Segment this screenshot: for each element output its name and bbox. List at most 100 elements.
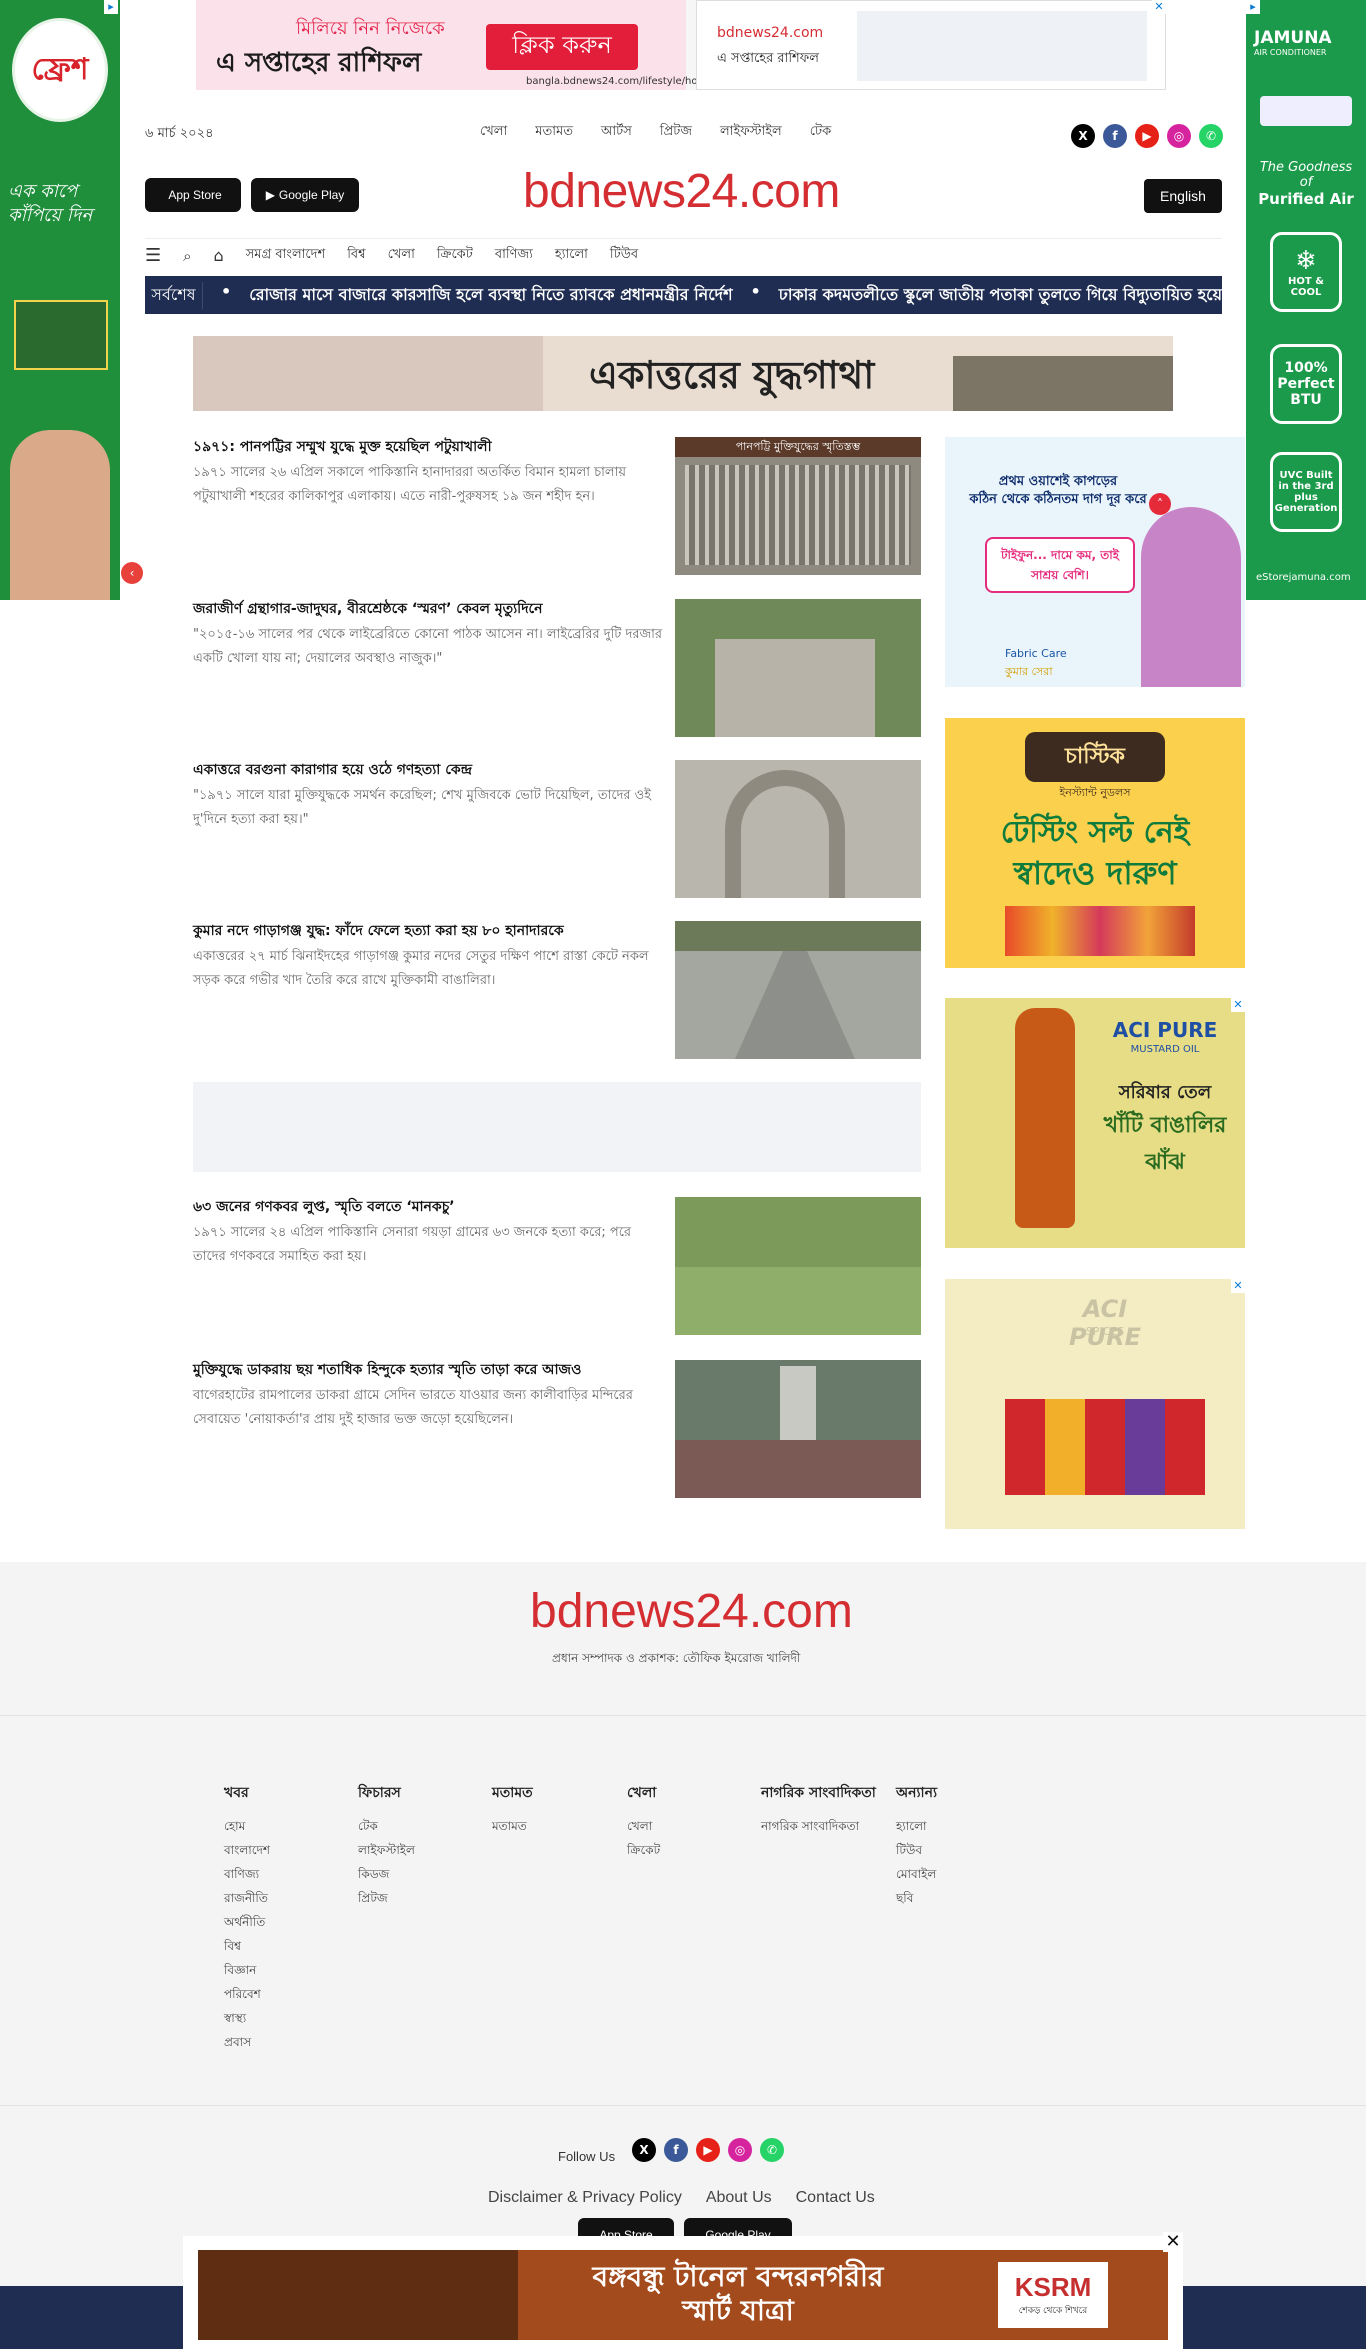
app-store-button[interactable]: App Store (145, 178, 241, 212)
footer-link[interactable]: বিশ্ব (224, 1934, 270, 1958)
footer-link[interactable]: টেক (358, 1814, 415, 1838)
x-twitter-icon[interactable]: X (632, 2138, 656, 2162)
list-item[interactable]: কুমার নদে গাড়াগঞ্জ যুদ্ধ: ফাঁদে ফেলে হত… (193, 921, 921, 1059)
chevron-up-icon[interactable]: ˄ (1149, 493, 1171, 515)
close-icon[interactable]: ✕ (1231, 998, 1245, 1012)
top-nav-item[interactable]: প্রিটজ (660, 122, 692, 143)
top-nav-item[interactable]: খেলা (480, 122, 507, 143)
article-image[interactable] (675, 921, 921, 1059)
facebook-icon[interactable]: f (664, 2138, 688, 2162)
footer-col-heading: খেলা (627, 1785, 657, 1801)
top-nav-item[interactable]: মতামত (535, 122, 573, 143)
article-title[interactable]: ১৯৭১: পানপট্টির সম্মুখ যুদ্ধে মুক্ত হয়ে… (193, 437, 663, 457)
horoscope-cta-button[interactable]: ক্লিক করুন (486, 24, 638, 70)
article-image[interactable] (675, 1197, 921, 1335)
sidebar-ad-typhoon[interactable]: প্রথম ওয়াশেই কাপড়ের কঠিন থেকে কঠিনতম দ… (945, 437, 1245, 687)
article-title[interactable]: জরাজীর্ণ গ্রন্থাগার-জাদুঘর, বীরশ্রেষ্ঠকে… (193, 599, 663, 619)
skin-prev-arrow-icon[interactable]: ‹ (121, 562, 143, 584)
x-twitter-icon[interactable]: X (1071, 124, 1095, 148)
footer-link[interactable]: হ্যালো (896, 1814, 937, 1838)
instagram-icon[interactable]: ◎ (728, 2138, 752, 2162)
jamuna-sub: AIR CONDITIONER (1254, 48, 1327, 57)
sidebar-ad-chastick[interactable]: চাস্টিক ইনস্ট্যান্ট নুডলস টেস্টিং সল্ট ন… (945, 718, 1245, 968)
whatsapp-icon[interactable]: ✆ (760, 2138, 784, 2162)
footer-link[interactable]: বাংলাদেশ (224, 1838, 270, 1862)
top-nav-item[interactable]: টেক (810, 122, 831, 143)
home-icon[interactable]: ⌂ (214, 246, 224, 265)
footer-link[interactable]: টিউব (896, 1838, 937, 1862)
article-image[interactable] (675, 760, 921, 898)
section-nav-item[interactable]: হ্যালো (555, 245, 588, 266)
article-image[interactable]: পানপট্টি মুক্তিযুদ্ধের স্মৃতিস্তম্ভ (675, 437, 921, 575)
section-nav-item[interactable]: সমগ্র বাংলাদেশ (246, 245, 325, 266)
left-skin-ad[interactable]: ফ্রেশ এক কাপে কাঁপিয়ে দিন ▸ (0, 0, 120, 600)
article-title[interactable]: কুমার নদে গাড়াগঞ্জ যুদ্ধ: ফাঁদে ফেলে হত… (193, 921, 663, 941)
site-logo[interactable]: bdnews24.com (523, 164, 840, 219)
list-item[interactable]: ১৯৭১: পানপট্টির সম্মুখ যুদ্ধে মুক্ত হয়ে… (193, 437, 921, 575)
section-nav-item[interactable]: খেলা (388, 245, 415, 266)
whatsapp-icon[interactable]: ✆ (1199, 124, 1223, 148)
footer-link[interactable]: বিজ্ঞান (224, 1958, 270, 1982)
typhoon-line-1: প্রথম ওয়াশেই কাপড়ের (998, 474, 1118, 489)
close-icon[interactable]: ✕ (1231, 1279, 1245, 1293)
youtube-icon[interactable]: ▶ (1135, 124, 1159, 148)
google-play-button[interactable]: ▶ Google Play (251, 178, 359, 212)
footer-link[interactable]: ছবি (896, 1886, 937, 1910)
list-item[interactable]: একাত্তরে বরগুনা কারাগার হয়ে ওঠে গণহত্যা… (193, 760, 921, 898)
footer-link-about[interactable]: About Us (706, 2189, 772, 2207)
right-skin-ad[interactable]: JAMUNA AIR CONDITIONER The Goodness of P… (1246, 0, 1366, 600)
footer-link[interactable]: কিডজ (358, 1862, 415, 1886)
menu-icon[interactable]: ☰ (145, 245, 161, 266)
footer-link[interactable]: অর্থনীতি (224, 1910, 270, 1934)
estore-link[interactable]: eStorejamuna.com (1256, 572, 1351, 583)
footer-link[interactable]: স্বাস্থ্য (224, 2006, 270, 2030)
article-title[interactable]: ৬৩ জনের গণকবর লুপ্ত, স্মৃতি বলতে ‘মানকচু… (193, 1197, 663, 1217)
list-item[interactable]: জরাজীর্ণ গ্রন্থাগার-জাদুঘর, বীরশ্রেষ্ঠকে… (193, 599, 921, 737)
article-image[interactable] (675, 1360, 921, 1498)
section-nav-item[interactable]: বাণিজ্য (495, 245, 533, 266)
article-image[interactable] (675, 599, 921, 737)
section-nav-item[interactable]: বিশ্ব (347, 245, 365, 266)
ticker-item[interactable]: ঢাকার কদমতলীতে স্কুলে জাতীয় পতাকা তুলতে… (779, 282, 1222, 309)
header-social-links: X f ▶ ◎ ✆ (1071, 124, 1223, 148)
footer-link[interactable]: মতামত (492, 1814, 533, 1838)
close-icon[interactable]: ✕ (1163, 2232, 1183, 2252)
top-horoscope-ad[interactable]: মিলিয়ে নিন নিজেকে এ সপ্তাহের রাশিফল ক্ল… (196, 0, 1166, 90)
instagram-icon[interactable]: ◎ (1167, 124, 1191, 148)
footer-link[interactable]: প্রিটজ (358, 1886, 415, 1910)
chastick-line-2: স্বাদেও দারুণ (1013, 854, 1177, 892)
footer-link[interactable]: রাজনীতি (224, 1886, 270, 1910)
footer-link-disclaimer[interactable]: Disclaimer & Privacy Policy (488, 2189, 682, 2207)
footer-link[interactable]: পরিবেশ (224, 1982, 270, 2006)
ticker-item[interactable]: রোজার মাসে বাজারে কারসাজি হলে ব্যবস্থা ন… (249, 282, 732, 309)
adchoices-icon[interactable]: ▸ (104, 0, 118, 14)
footer-link[interactable]: ক্রিকেট (627, 1838, 660, 1862)
footer-link[interactable]: মোবাইল (896, 1862, 937, 1886)
section-nav-item[interactable]: টিউব (610, 245, 638, 266)
footer-link[interactable]: খেলা (627, 1814, 660, 1838)
footer-link[interactable]: হোম (224, 1814, 270, 1838)
top-nav-item[interactable]: লাইফস্টাইল (720, 122, 782, 143)
adchoices-icon[interactable]: ▸ (1246, 0, 1260, 14)
footer-link[interactable]: লাইফস্টাইল (358, 1838, 415, 1862)
footer-logo[interactable]: bdnews24.com (530, 1584, 853, 1639)
sidebar-ad-aci-mustard[interactable]: ACI PURE MUSTARD OIL সরিষার তেল খাঁটি বা… (945, 998, 1245, 1248)
facebook-icon[interactable]: f (1103, 124, 1127, 148)
footer-link[interactable]: বাণিজ্য (224, 1862, 270, 1886)
youtube-icon[interactable]: ▶ (696, 2138, 720, 2162)
bottom-sticky-ad[interactable]: বঙ্গবন্ধু টানেল বন্দরনগরীর স্মার্ট যাত্র… (183, 2232, 1183, 2349)
article-title[interactable]: একাত্তরে বরগুনা কারাগার হয়ে ওঠে গণহত্যা… (193, 760, 663, 780)
close-icon[interactable]: ✕ (1152, 0, 1166, 14)
ksrm-ad[interactable]: বঙ্গবন্ধু টানেল বন্দরনগরীর স্মার্ট যাত্র… (198, 2250, 1168, 2340)
english-button[interactable]: English (1144, 179, 1222, 213)
footer-link-contact[interactable]: Contact Us (796, 2189, 875, 2207)
section-nav-item[interactable]: ক্রিকেট (437, 245, 473, 266)
footer-link[interactable]: প্রবাস (224, 2030, 270, 2054)
search-icon[interactable]: ⌕ (183, 247, 191, 265)
list-item[interactable]: মুক্তিযুদ্ধে ডাকরায় ছয় শতাধিক হিন্দুকে… (193, 1360, 921, 1498)
list-item[interactable]: ৬৩ জনের গণকবর লুপ্ত, স্মৃতি বলতে ‘মানকচু… (193, 1197, 921, 1335)
footer-link[interactable]: নাগরিক সাংবাদিকতা (761, 1814, 881, 1838)
top-nav-item[interactable]: আর্টস (601, 122, 632, 143)
article-title[interactable]: মুক্তিযুদ্ধে ডাকরায় ছয় শতাধিক হিন্দুকে… (193, 1360, 663, 1380)
sidebar-ad-aci-spices[interactable]: ACI PURE SPICES ✕ (945, 1279, 1245, 1529)
